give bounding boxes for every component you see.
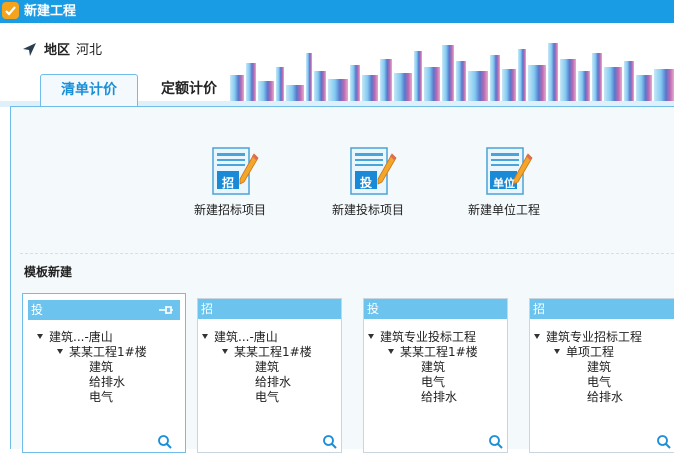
- magnifier-icon[interactable]: [322, 434, 338, 450]
- template-card-badge: 投: [367, 302, 380, 316]
- tab-quota-pricing[interactable]: 定额计价: [150, 74, 228, 107]
- tree-node-unit[interactable]: 建筑: [421, 360, 445, 374]
- chevron-down-icon[interactable]: [388, 349, 394, 354]
- chevron-down-icon[interactable]: [534, 334, 540, 339]
- title-bar: 新建工程: [0, 0, 674, 23]
- tree-node-project[interactable]: 建筑...-唐山: [202, 330, 278, 344]
- tree-node-unit[interactable]: 给排水: [89, 375, 125, 389]
- region-value[interactable]: 河北: [76, 43, 102, 59]
- new-unit-project-label: 新建单位工程: [468, 203, 541, 217]
- tree-node-unit[interactable]: 电气: [255, 390, 279, 404]
- tree-node-project[interactable]: 建筑专业投标工程: [368, 330, 476, 344]
- new-tender-project-label: 新建招标项目: [194, 203, 267, 217]
- tree-node-unit[interactable]: 电气: [587, 375, 611, 389]
- tree-node-building[interactable]: 某某工程1#楼: [388, 345, 478, 359]
- tree-node-building[interactable]: 单项工程: [554, 345, 614, 359]
- chevron-down-icon[interactable]: [554, 349, 560, 354]
- template-card-header: 招: [530, 299, 674, 319]
- template-card-header: 投: [364, 299, 507, 319]
- tab-bill-pricing[interactable]: 清单计价: [40, 74, 138, 107]
- chevron-down-icon[interactable]: [222, 349, 228, 354]
- tree-node-unit[interactable]: 建筑: [89, 360, 113, 374]
- header: 地区 河北 清单计价 定额计价: [0, 23, 674, 107]
- template-card-badge: 招: [533, 302, 546, 316]
- tree-node-unit[interactable]: 给排水: [255, 375, 291, 389]
- tree-node-unit[interactable]: 建筑: [255, 360, 279, 374]
- template-card-header: 招: [198, 299, 341, 319]
- template-card-1[interactable]: 投 建筑...-唐山 某某工程1#楼 建筑 给排水 电气: [22, 293, 186, 453]
- window-title: 新建工程: [24, 4, 77, 19]
- template-card-badge: 招: [201, 302, 214, 316]
- tree-node-unit[interactable]: 给排水: [587, 390, 623, 404]
- unit-badge: 单位: [493, 177, 515, 190]
- tree-node-project[interactable]: 建筑专业招标工程: [534, 330, 642, 344]
- template-card-3[interactable]: 投 建筑专业投标工程 某某工程1#楼 建筑 电气 给排水: [363, 298, 508, 453]
- location-arrow-icon: [23, 43, 36, 56]
- magnifier-icon[interactable]: [157, 434, 173, 450]
- chevron-down-icon[interactable]: [202, 334, 208, 339]
- new-bid-project-label: 新建投标项目: [332, 203, 405, 217]
- app-logo-icon: [2, 2, 19, 19]
- chevron-down-icon[interactable]: [57, 349, 63, 354]
- pin-icon[interactable]: [158, 303, 174, 317]
- new-tender-project-button[interactable]: 招 新建招标项目: [190, 146, 280, 226]
- tender-badge: 招: [221, 176, 234, 190]
- region-label: 地区: [44, 43, 71, 58]
- chevron-down-icon[interactable]: [368, 334, 374, 339]
- bid-badge: 投: [359, 176, 372, 190]
- template-section-title: 模板新建: [24, 265, 73, 279]
- tree-node-building[interactable]: 某某工程1#楼: [57, 345, 147, 359]
- new-unit-project-button[interactable]: 单位 新建单位工程: [462, 146, 552, 226]
- tree-node-project[interactable]: 建筑...-唐山: [37, 330, 113, 344]
- chevron-down-icon[interactable]: [37, 334, 43, 339]
- tree-node-unit[interactable]: 电气: [421, 375, 445, 389]
- new-bid-project-button[interactable]: 投 新建投标项目: [326, 146, 416, 226]
- template-card-header: 投: [28, 300, 180, 320]
- tree-node-unit[interactable]: 电气: [89, 390, 113, 404]
- magnifier-icon[interactable]: [656, 434, 672, 450]
- section-divider: [20, 253, 674, 254]
- magnifier-icon[interactable]: [488, 434, 504, 450]
- template-card-2[interactable]: 招 建筑...-唐山 某某工程1#楼 建筑 给排水 电气: [197, 298, 342, 453]
- tree-node-unit[interactable]: 给排水: [421, 390, 457, 404]
- tree-node-unit[interactable]: 建筑: [587, 360, 611, 374]
- template-card-4[interactable]: 招 建筑专业招标工程 单项工程 建筑 电气 给排水: [529, 298, 674, 453]
- template-card-badge: 投: [31, 303, 44, 317]
- tree-node-building[interactable]: 某某工程1#楼: [222, 345, 312, 359]
